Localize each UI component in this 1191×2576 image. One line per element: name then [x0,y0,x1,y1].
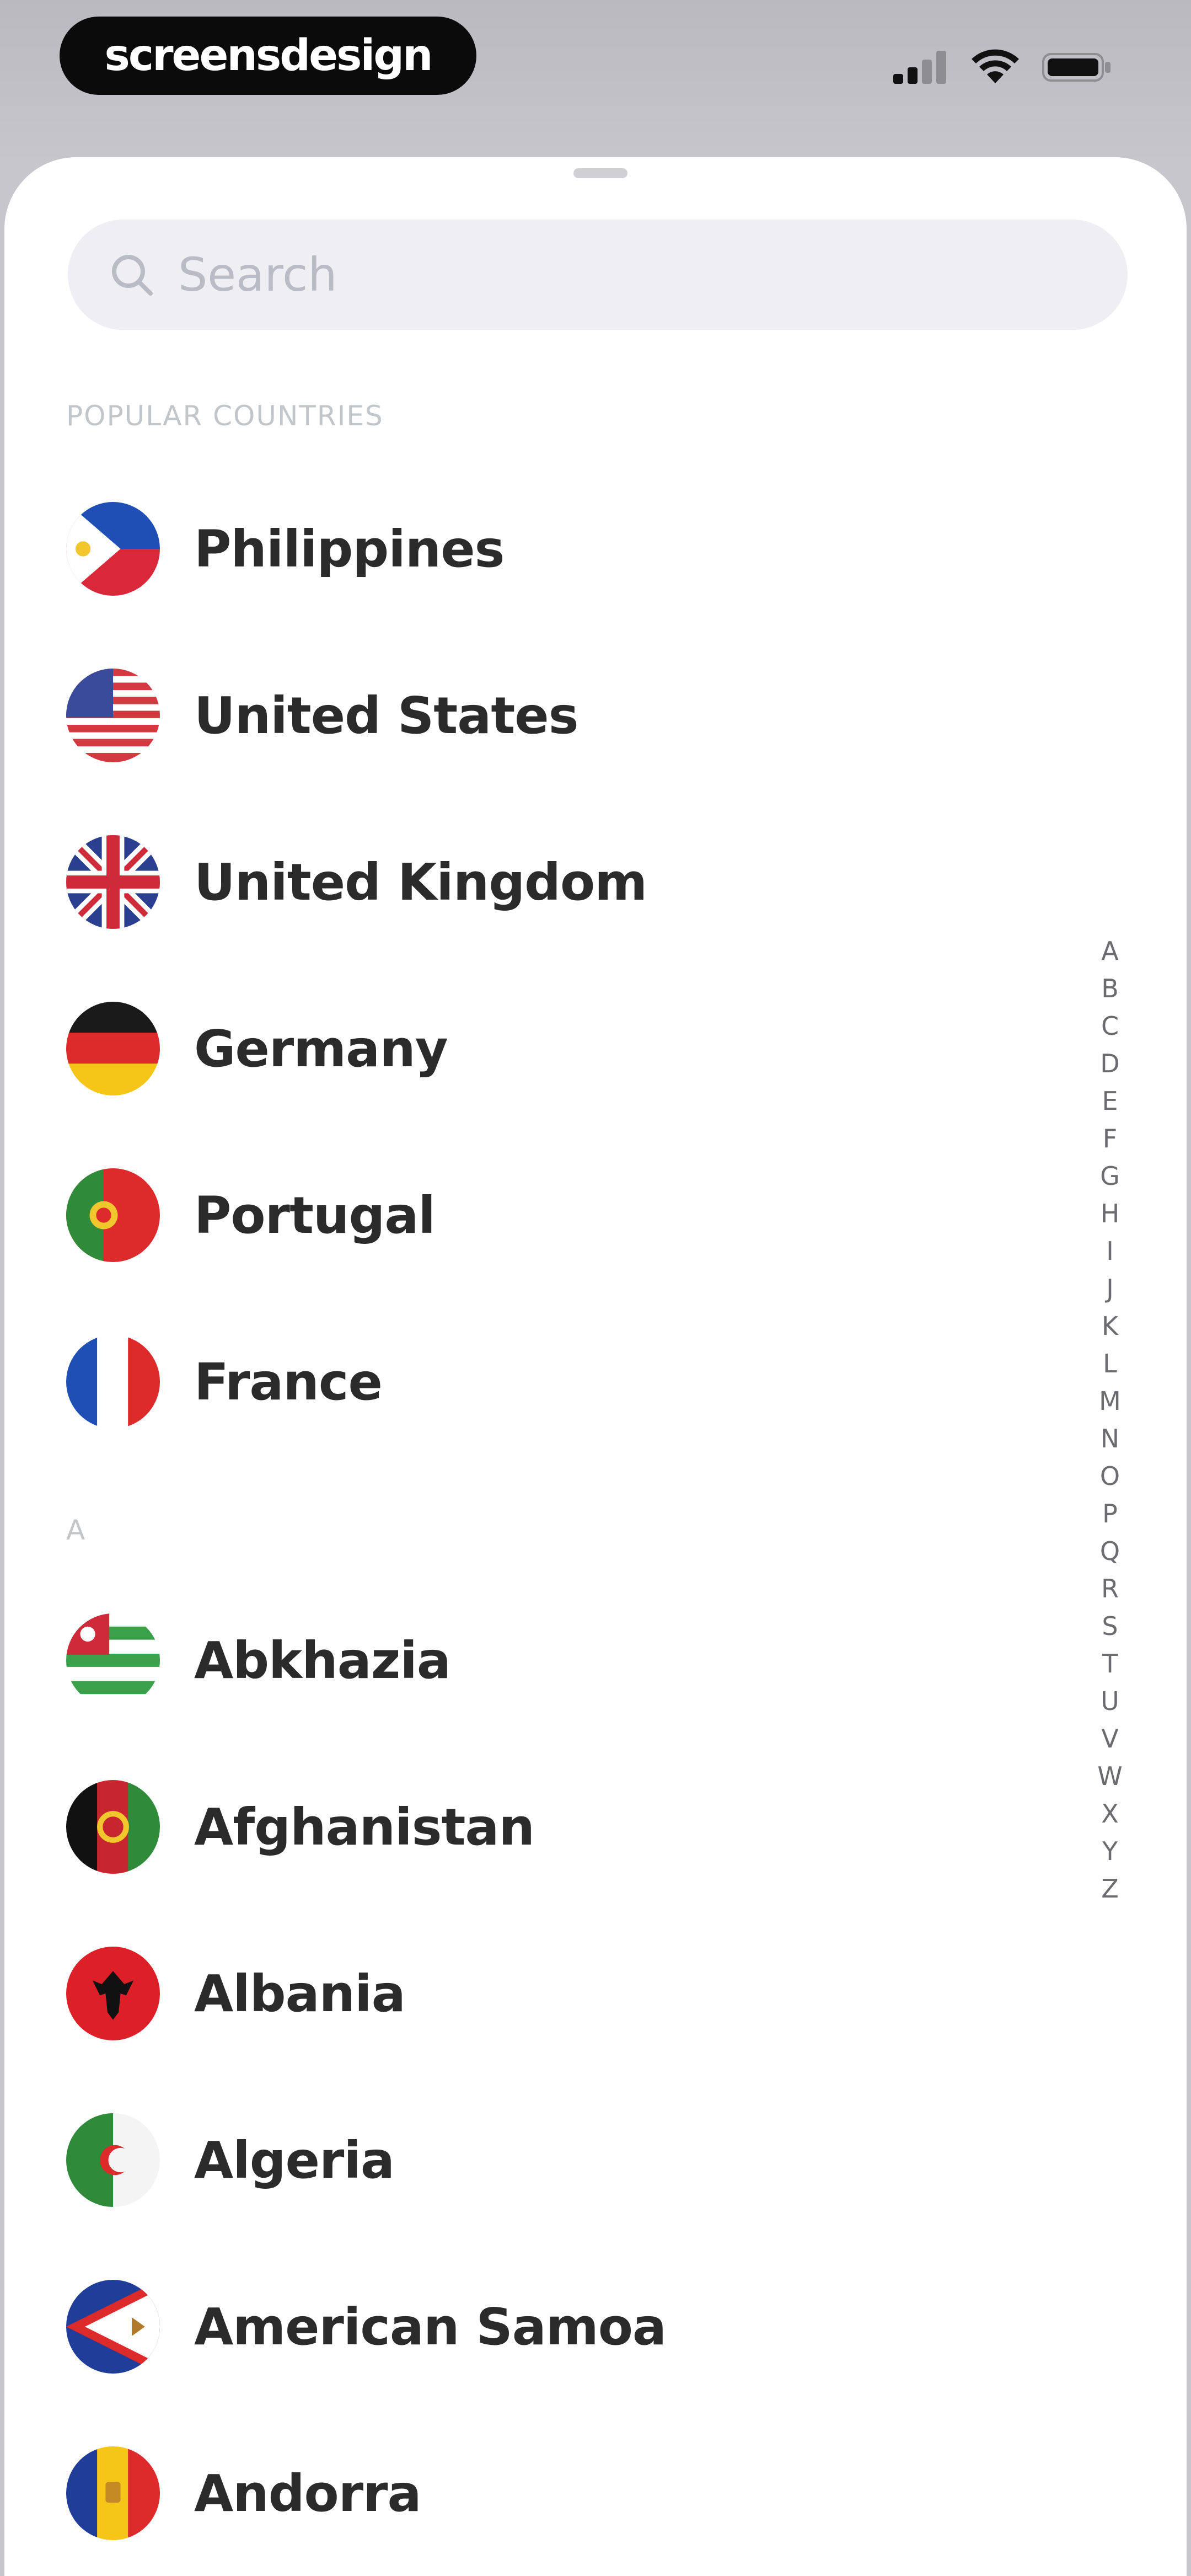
alphabet-index-letter-h[interactable]: H [1101,1195,1120,1232]
country-row-portugal[interactable]: Portugal [66,1155,1004,1276]
alphabet-index-letter-l[interactable]: L [1103,1345,1117,1382]
flag-united-kingdom-icon [66,835,160,929]
country-row-abkhazia[interactable]: Abkhazia [66,1600,1004,1721]
country-row-france[interactable]: France [66,1321,1004,1442]
alphabet-index-letter-g[interactable]: G [1100,1157,1120,1195]
section-header-popular: POPULAR COUNTRIES [66,400,384,432]
cellular-signal-icon [893,51,948,84]
flag-afghanistan-icon [66,1780,160,1874]
alphabet-index-letter-w[interactable]: W [1097,1757,1122,1795]
flag-france-icon [66,1335,160,1429]
country-row-albania[interactable]: Albania [66,1933,1004,2054]
alphabet-index-letter-o[interactable]: O [1100,1457,1120,1495]
alphabet-index-letter-x[interactable]: X [1101,1795,1119,1832]
flag-abkhazia-icon [66,1613,160,1707]
alphabet-index-letter-i[interactable]: I [1106,1232,1114,1270]
country-name: Afghanistan [194,1797,535,1857]
alphabet-index-letter-s[interactable]: S [1102,1607,1118,1645]
country-name: Algeria [194,2130,395,2190]
country-name: United Kingdom [194,852,647,912]
country-picker-sheet: POPULAR COUNTRIES Philippines [4,157,1187,2576]
alphabet-index-letter-v[interactable]: V [1101,1720,1118,1757]
alphabet-index-letter-e[interactable]: E [1102,1082,1118,1120]
alphabet-index-letter-r[interactable]: R [1101,1570,1119,1607]
country-picker-screen: screensdesign Search POPULAR COUNTRIES P… [0,0,1191,2576]
alphabet-index-letter-q[interactable]: Q [1100,1532,1120,1570]
flag-american-samoa-icon [66,2280,160,2374]
country-row-afghanistan[interactable]: Afghanistan [66,1766,1004,1888]
alphabet-index-letter-z[interactable]: Z [1101,1870,1119,1907]
search-bar[interactable] [68,220,1128,330]
country-name: United States [194,686,578,745]
alphabet-index-letter-f[interactable]: F [1103,1120,1117,1157]
alphabet-index-letter-u[interactable]: U [1101,1682,1119,1720]
alphabet-index-letter-j[interactable]: J [1106,1270,1114,1307]
country-row-algeria[interactable]: Algeria [66,2099,1004,2221]
battery-icon [1042,51,1114,84]
alphabet-index-letter-t[interactable]: T [1102,1645,1118,1682]
flag-albania-icon [66,1947,160,2040]
country-row-united-kingdom[interactable]: United Kingdom [66,821,1004,943]
alphabet-index-letter-k[interactable]: K [1102,1307,1118,1345]
section-header-a: A [66,1514,87,1546]
wifi-icon [970,49,1020,85]
search-input[interactable] [178,242,1060,308]
country-row-andorra[interactable]: Andorra [66,2433,1004,2554]
alphabet-index-letter-a[interactable]: A [1101,932,1118,970]
alphabet-index[interactable]: A B C D E F G H I J K L M N O P Q R S T … [1093,932,1126,1907]
country-name: Germany [194,1019,448,1078]
flag-portugal-icon [66,1168,160,1262]
status-icons [893,45,1114,89]
country-row-american-samoa[interactable]: American Samoa [66,2266,1004,2387]
alphabet-index-letter-p[interactable]: P [1102,1495,1118,1532]
flag-united-states-icon [66,669,160,762]
alphabet-index-letter-m[interactable]: M [1099,1382,1121,1420]
flag-philippines-icon [66,502,160,596]
country-name: France [194,1352,383,1412]
brand-text: screensdesign [104,31,433,81]
country-name: Portugal [194,1185,436,1245]
alphabet-index-letter-c[interactable]: C [1101,1007,1119,1045]
country-row-germany[interactable]: Germany [66,988,1004,1109]
search-icon [112,255,153,296]
country-name: Andorra [194,2463,422,2523]
status-bar: screensdesign [0,0,1191,127]
alphabet-index-letter-n[interactable]: N [1101,1420,1119,1457]
alphabet-index-letter-b[interactable]: B [1101,970,1119,1007]
country-row-philippines[interactable]: Philippines [66,488,1004,610]
flag-algeria-icon [66,2113,160,2207]
country-name: Albania [194,1964,406,2023]
country-name: Abkhazia [194,1631,451,1690]
country-name: Philippines [194,519,505,579]
alphabet-index-letter-y[interactable]: Y [1102,1832,1118,1870]
sheet-grabber-handle[interactable] [573,168,627,178]
brand-badge: screensdesign [60,17,476,95]
country-row-united-states[interactable]: United States [66,655,1004,776]
country-name: American Samoa [194,2297,667,2356]
flag-germany-icon [66,1002,160,1095]
flag-andorra-icon [66,2446,160,2540]
alphabet-index-letter-d[interactable]: D [1100,1045,1119,1082]
